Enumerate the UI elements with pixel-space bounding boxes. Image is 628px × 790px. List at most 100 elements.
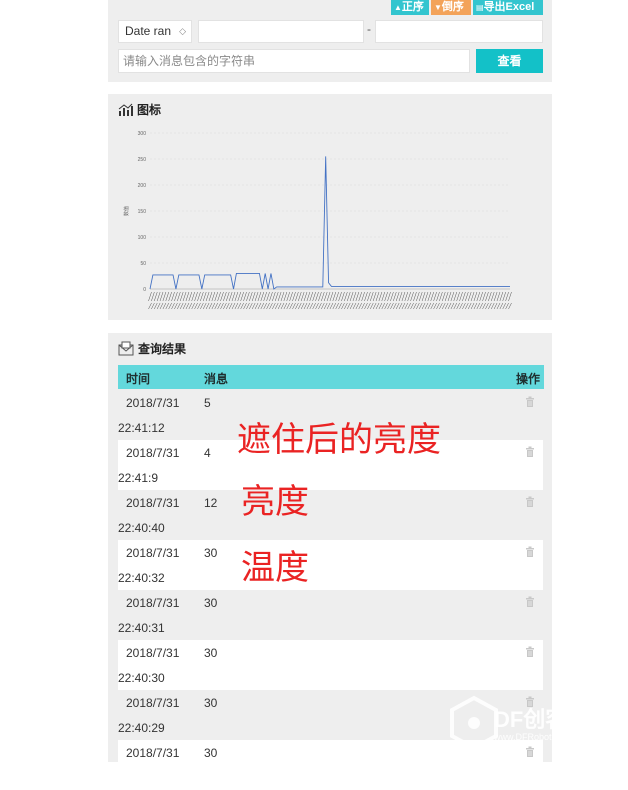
- sort-asc-label: 正序: [401, 1, 424, 13]
- sort-asc-button[interactable]: ▲正序: [391, 0, 429, 15]
- x-tick-label: [266, 291, 270, 302]
- x-tick-label: [346, 291, 351, 302]
- x-tick-label: [323, 302, 328, 310]
- x-tick-label: [214, 302, 218, 310]
- x-tick-label: [280, 302, 285, 310]
- row-message: 30: [204, 546, 218, 560]
- x-tick-label: [421, 291, 426, 302]
- start-date-input[interactable]: [198, 20, 364, 43]
- range-separator: -: [367, 22, 371, 36]
- x-tick-label: [283, 291, 288, 302]
- x-tick-label: [200, 302, 204, 310]
- table-row: 2018/7/31 22:40:31 30: [118, 590, 543, 640]
- delete-icon[interactable]: [525, 596, 535, 610]
- x-tick-label: [329, 302, 334, 310]
- delete-icon[interactable]: [525, 496, 535, 510]
- row-message: 4: [204, 446, 211, 460]
- row-message: 30: [204, 696, 218, 710]
- x-tick-label: [479, 291, 483, 302]
- x-tick-label: [263, 291, 267, 302]
- x-tick-label: [355, 291, 360, 302]
- y-tick-label: 200: [138, 183, 147, 189]
- y-tick-label: 50: [140, 261, 146, 267]
- column-header-message: 消息: [204, 372, 229, 386]
- x-tick-label: [459, 291, 463, 302]
- x-tick-label: [387, 291, 391, 302]
- x-tick-label: [174, 291, 178, 302]
- x-tick-label: [197, 302, 201, 310]
- x-tick-label: [185, 302, 190, 310]
- x-tick-label: [298, 302, 302, 310]
- x-tick-label: [269, 291, 273, 302]
- x-tick-label: [375, 302, 380, 310]
- delete-icon[interactable]: [525, 546, 535, 560]
- x-tick-label: [159, 302, 164, 310]
- table-row: 2018/7/31 22:40:30 30: [118, 640, 543, 690]
- watermark-url: www.DFRobot.com.cn: [494, 732, 584, 742]
- x-tick-label: [171, 291, 175, 302]
- delete-icon[interactable]: [525, 646, 535, 660]
- row-time: 22:40:29: [118, 721, 165, 735]
- x-tick-label: [346, 302, 351, 310]
- x-tick-label: [447, 302, 452, 310]
- x-tick-label: [191, 302, 195, 310]
- sort-desc-button[interactable]: ▼倒序: [431, 0, 471, 15]
- delete-icon[interactable]: [525, 446, 535, 460]
- x-tick-label: [260, 302, 265, 310]
- annotation-brightness: 亮度: [241, 482, 309, 522]
- x-tick-label: [156, 302, 161, 310]
- x-tick-label: [459, 302, 463, 310]
- x-tick-label: [375, 291, 380, 302]
- x-tick-label: [289, 302, 293, 310]
- x-tick-label: [439, 302, 443, 310]
- y-axis-label: 数值: [123, 206, 130, 216]
- x-tick-label: [246, 291, 250, 302]
- x-tick-label: [202, 302, 207, 310]
- sort-desc-icon: ▼: [434, 3, 442, 12]
- row-date: 2018/7/31: [126, 446, 180, 460]
- x-tick-label: [398, 302, 403, 310]
- date-range-select[interactable]: Date ran ◇: [118, 20, 192, 43]
- x-tick-label: [332, 302, 337, 310]
- x-tick-label: [352, 291, 357, 302]
- series-line: [149, 156, 510, 290]
- x-tick-label: [223, 291, 227, 302]
- x-tick-label: [240, 302, 244, 310]
- row-date: 2018/7/31: [126, 546, 180, 560]
- x-tick-label: [427, 302, 432, 310]
- row-message: 12: [204, 496, 218, 510]
- chart-panel-title: 图标: [118, 102, 161, 118]
- x-tick-label: [300, 302, 305, 310]
- x-tick-label: [286, 291, 290, 302]
- end-date-input[interactable]: [375, 20, 543, 43]
- x-tick-label: [490, 291, 495, 302]
- x-tick-label: [205, 302, 210, 310]
- message-search-input[interactable]: 请输入消息包含的字符串: [118, 49, 470, 73]
- mail-result-icon: [118, 341, 134, 356]
- x-tick-label: [430, 291, 434, 302]
- x-tick-label: [272, 302, 276, 310]
- x-tick-label: [450, 302, 455, 310]
- x-tick-label: [372, 302, 377, 310]
- delete-icon[interactable]: [525, 396, 535, 410]
- x-tick-label: [493, 302, 498, 310]
- row-message: 30: [204, 746, 218, 760]
- x-tick-label: [237, 302, 242, 310]
- x-tick-label: [179, 291, 184, 302]
- query-button[interactable]: 查看: [476, 49, 543, 73]
- x-tick-label: [177, 291, 181, 302]
- export-excel-label: 导出Excel: [483, 1, 535, 13]
- x-tick-label: [453, 291, 458, 302]
- x-tick-label: [306, 302, 311, 310]
- excel-icon: ▤: [476, 3, 484, 12]
- x-tick-label: [401, 291, 406, 302]
- table-header: 时间 消息 操作: [118, 365, 544, 389]
- x-tick-label: [300, 291, 305, 302]
- export-excel-button[interactable]: ▤导出Excel: [473, 0, 543, 15]
- result-title-text: 查询结果: [138, 342, 187, 356]
- x-tick-label: [344, 302, 348, 310]
- x-tick-label: [370, 302, 374, 310]
- x-tick-label: [467, 291, 472, 302]
- x-tick-label: [243, 291, 247, 302]
- x-tick-label: [326, 302, 331, 310]
